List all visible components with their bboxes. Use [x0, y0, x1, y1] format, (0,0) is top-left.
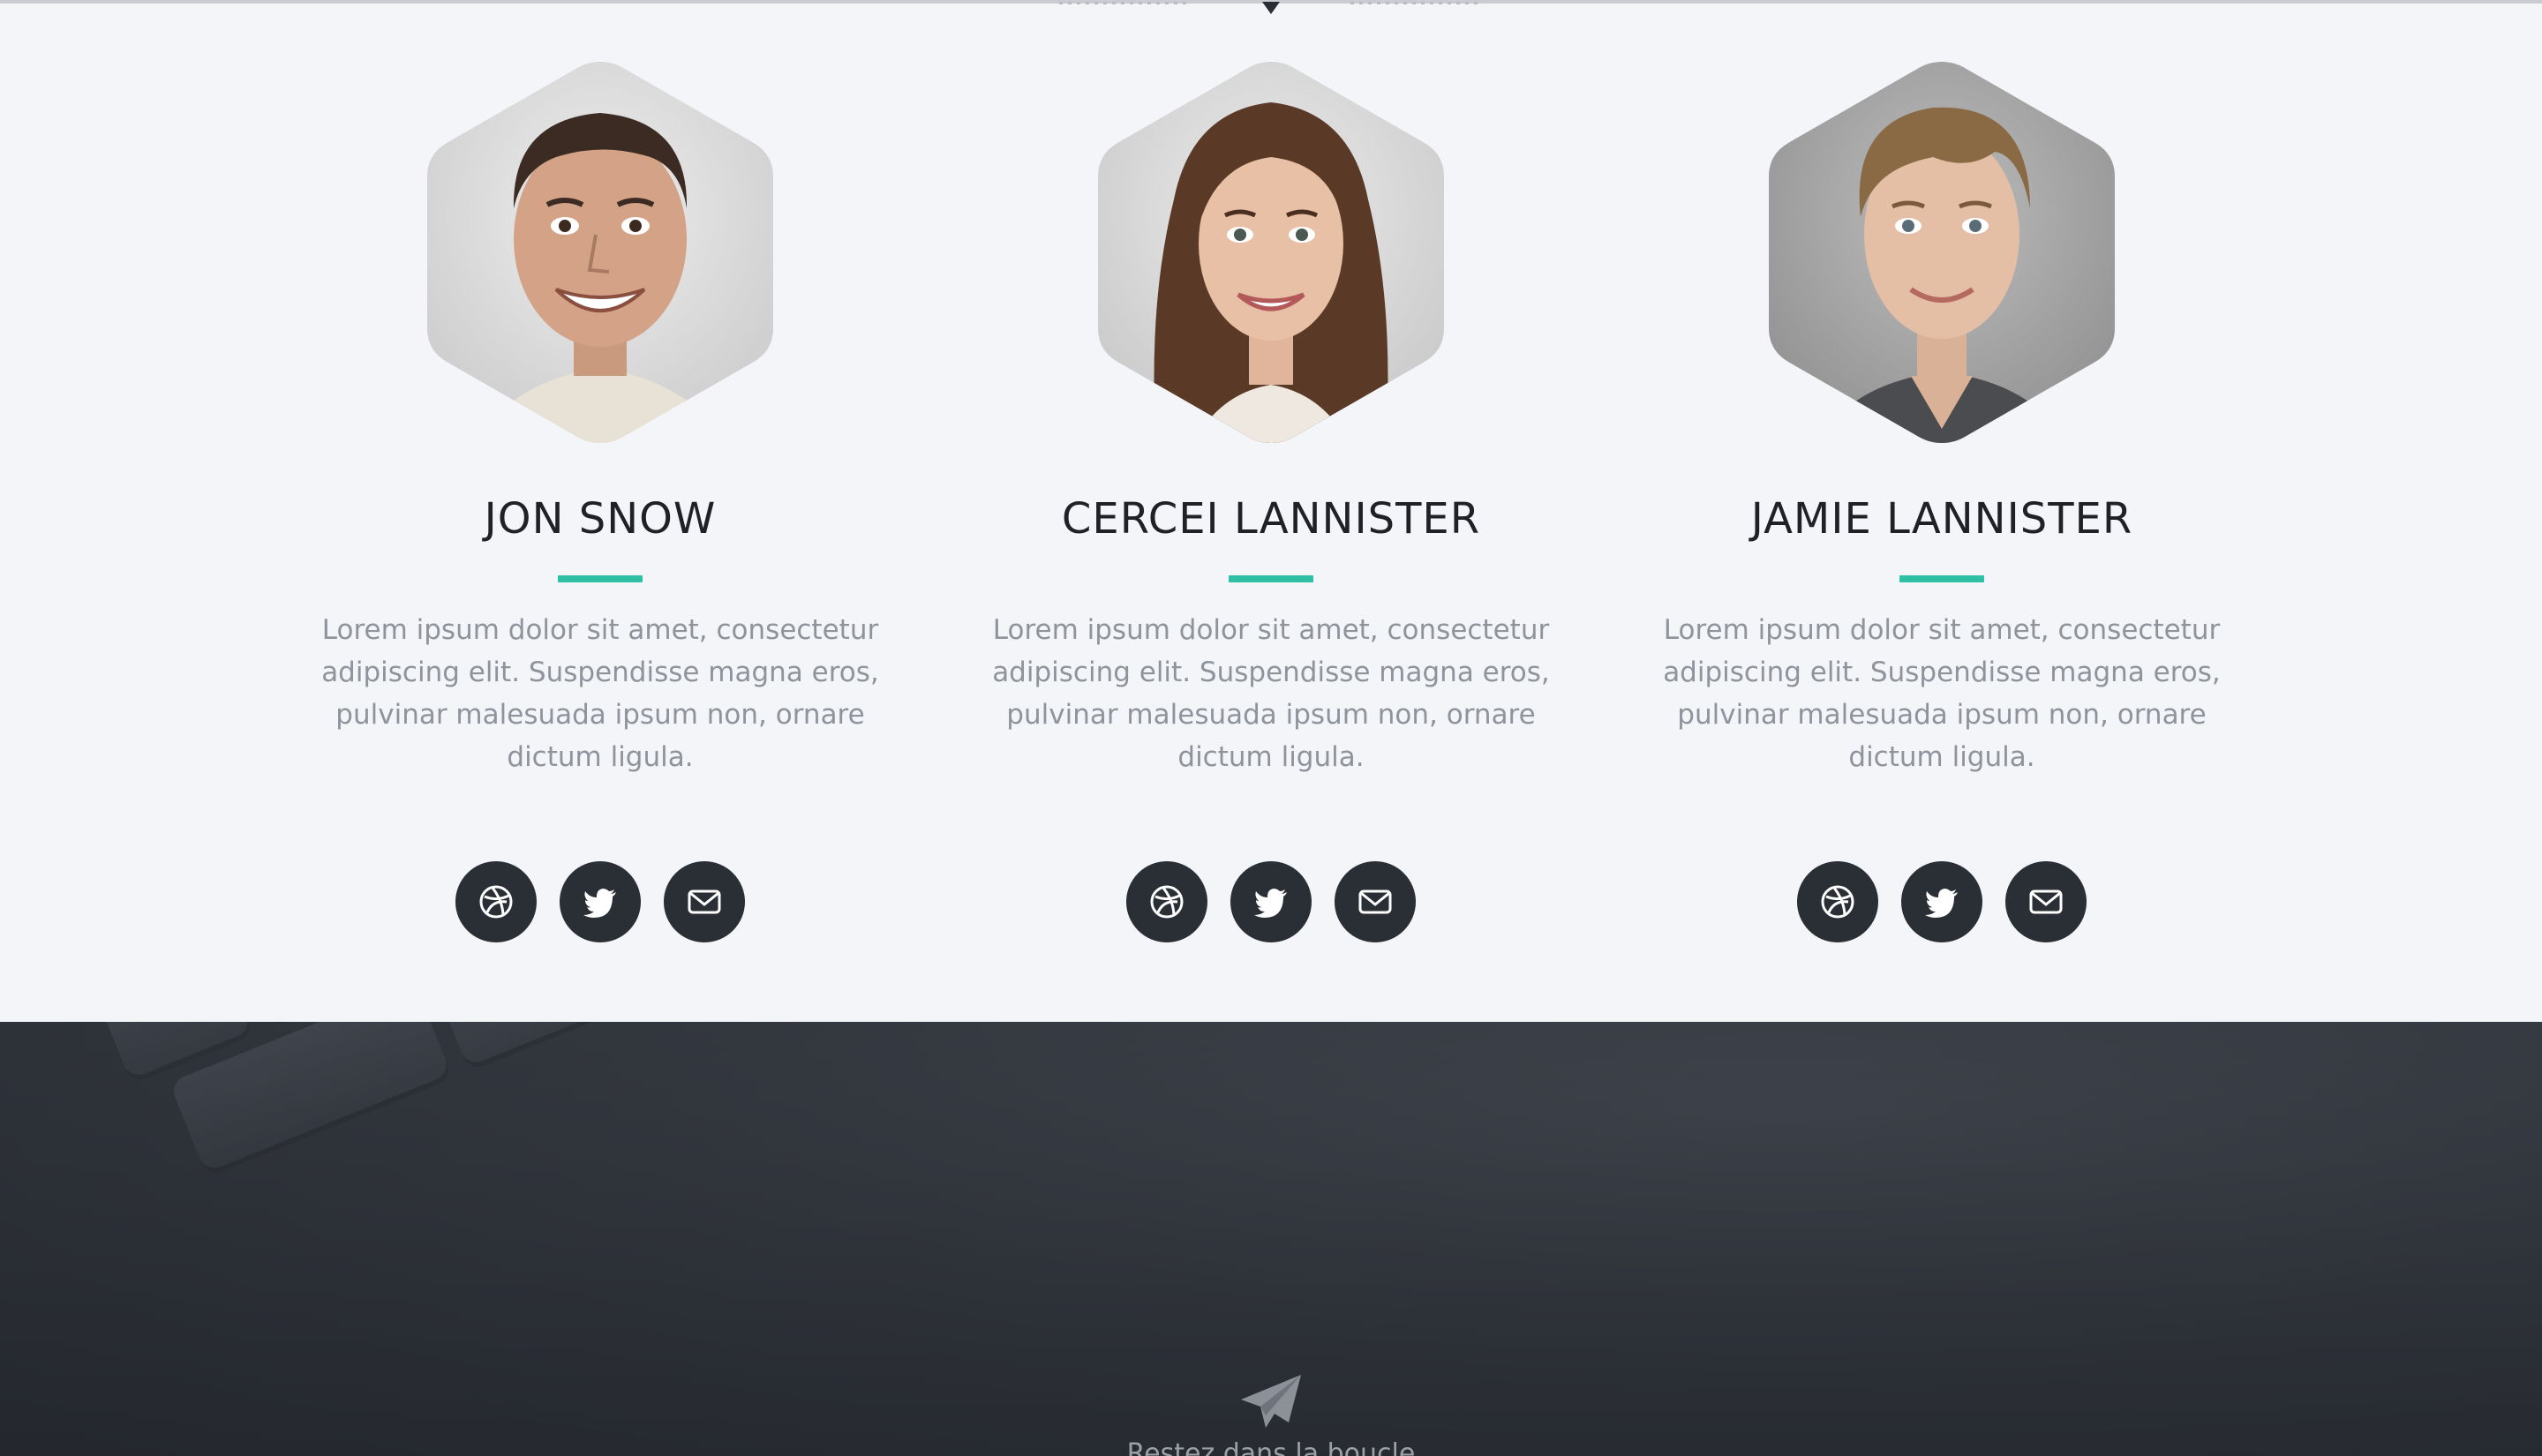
- dribbble-icon: [1821, 885, 1854, 919]
- dribbble-button[interactable]: [1797, 861, 1878, 942]
- social-links: [1797, 861, 2088, 942]
- member-bio: Lorem ipsum dolor sit amet, consectetur …: [321, 614, 879, 773]
- mail-icon: [2029, 889, 2063, 914]
- member-name: CERCEI LANNISTER: [1061, 494, 1481, 544]
- dribbble-icon: [479, 885, 513, 919]
- member-photo: [424, 58, 777, 447]
- member-photo: [1094, 58, 1448, 447]
- name-underline: [1229, 575, 1313, 582]
- mail-button[interactable]: [1335, 861, 1416, 942]
- social-links: [455, 861, 747, 942]
- member-name: JON SNOW: [484, 494, 717, 544]
- page: JON SNOW Lorem ipsum dolor sit amet, con…: [0, 0, 2542, 1456]
- mail-icon: [1358, 889, 1392, 914]
- social-links: [1126, 861, 1418, 942]
- twitter-icon: [1254, 889, 1287, 918]
- dribbble-button[interactable]: [1126, 861, 1207, 942]
- name-underline: [558, 575, 643, 582]
- paper-plane-icon: [1241, 1375, 1301, 1428]
- twitter-button[interactable]: [1901, 861, 1982, 942]
- member-bio: Lorem ipsum dolor sit amet, consectetur …: [1663, 614, 2221, 773]
- dribbble-icon: [1150, 885, 1184, 919]
- newsletter-label: Restez dans la boucle: [1126, 1438, 1416, 1456]
- member-bio: Lorem ipsum dolor sit amet, consectetur …: [992, 614, 1550, 773]
- portrait-woman-smiling-icon: [1098, 62, 1444, 443]
- portrait-young-man-icon: [1769, 62, 2115, 443]
- mail-icon: [688, 889, 721, 914]
- mail-button[interactable]: [2005, 861, 2087, 942]
- name-underline: [1899, 575, 1984, 582]
- member-name: JAMIE LANNISTER: [1750, 494, 2133, 544]
- twitter-icon: [1925, 889, 1958, 918]
- team-section: JON SNOW Lorem ipsum dolor sit amet, con…: [0, 0, 2542, 1022]
- portrait-man-smiling-icon: [427, 62, 773, 443]
- twitter-icon: [583, 889, 616, 918]
- twitter-button[interactable]: [1230, 861, 1312, 942]
- dribbble-button[interactable]: [455, 861, 537, 942]
- member-photo: [1765, 58, 2118, 447]
- mail-button[interactable]: [664, 861, 745, 942]
- twitter-button[interactable]: [560, 861, 641, 942]
